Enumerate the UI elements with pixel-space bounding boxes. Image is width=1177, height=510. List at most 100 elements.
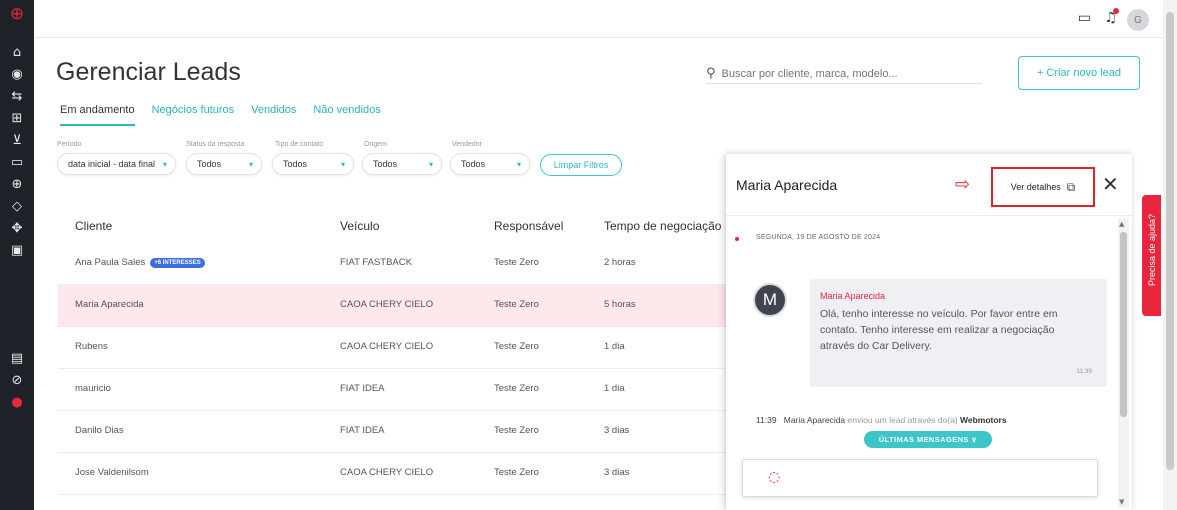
user-avatar[interactable]: G (1127, 9, 1149, 31)
chevron-down-icon: ▾ (162, 159, 167, 169)
filter-tipo-label: Tipo de contato (275, 141, 323, 148)
cell-responsavel: Teste Zero (494, 425, 539, 436)
chevron-down-icon: ▾ (516, 159, 521, 169)
filter-periodo-value: data inicial - data final (68, 159, 156, 169)
cell-responsavel: Teste Zero (494, 299, 539, 310)
filter-origem-label: Origem (364, 141, 387, 148)
close-icon[interactable]: ✕ (1102, 172, 1119, 196)
cell-veiculo: FIAT IDEA (340, 425, 385, 436)
activity-text: enviou um lead através do(a) (847, 415, 958, 425)
filter-periodo-label: Período (57, 141, 82, 148)
cell-responsavel: Teste Zero (494, 257, 539, 268)
filter-tipo[interactable]: Todos ▾ (272, 153, 354, 175)
filter-tipo-value: Todos (283, 159, 308, 169)
cell-tempo: 1 dia (604, 383, 625, 394)
logo-icon[interactable]: ⊕ (4, 3, 30, 25)
page-scroll-thumb[interactable] (1166, 12, 1174, 470)
table-row[interactable]: mauricio FIAT IDEA Teste Zero 1 dia (58, 369, 730, 411)
ultimas-mensagens-button[interactable]: ÚLTIMAS MENSAGENS ∨ (864, 431, 992, 448)
filter-origem[interactable]: Todos ▾ (362, 153, 442, 175)
divider (726, 215, 1132, 216)
message-time: 11:39 (1076, 368, 1092, 375)
filter-vendedor[interactable]: Todos ▾ (450, 153, 530, 175)
calculator-icon[interactable]: ▣ (4, 239, 30, 261)
chat-icon[interactable]: ▭ (1078, 10, 1091, 26)
table-row[interactable]: Danilo Dias FIAT IDEA Teste Zero 3 dias (58, 411, 730, 453)
exchange-icon[interactable]: ⇆ (4, 85, 30, 107)
wallet-icon[interactable]: ▭ (4, 151, 30, 173)
avatar-icon[interactable]: ● (4, 391, 30, 413)
cell-cliente: mauricio (75, 383, 111, 394)
column-header-responsavel[interactable]: Responsável (494, 219, 563, 233)
message-text: Olá, tenho interesse no veículo. Por fav… (820, 308, 1058, 352)
table-row-selected[interactable]: Maria Aparecida CAOA CHERY CIELO Teste Z… (58, 285, 730, 327)
ver-detalhes-button[interactable]: Ver detalhes ⧉ (991, 167, 1095, 207)
cell-veiculo: FIAT FASTBACK (340, 257, 412, 268)
column-header-tempo[interactable]: Tempo de negociação (604, 219, 721, 233)
dashboard-icon[interactable]: ◉ (4, 63, 30, 85)
settings-icon[interactable]: ✥ (4, 217, 30, 239)
search-icon: ⚲ (706, 66, 716, 81)
add-circle-icon[interactable]: ⊕ (4, 173, 30, 195)
search-bar[interactable]: ⚲ (706, 64, 982, 84)
date-dot (735, 237, 739, 241)
activity-log: 11:39 Maria Aparecida enviou um lead atr… (756, 415, 1007, 425)
cell-responsavel: Teste Zero (494, 383, 539, 394)
search-input[interactable] (721, 67, 962, 80)
topbar: ▭ ♫ G (34, 0, 1167, 38)
interests-badge[interactable]: +6 INTERESSES (150, 258, 205, 268)
cell-tempo: 3 dias (604, 467, 630, 478)
table-row[interactable]: Ana Paula Sales +6 INTERESSES FIAT FASTBA… (58, 243, 730, 285)
cart-icon[interactable]: ⊻ (4, 129, 30, 151)
create-lead-button[interactable]: + Criar novo lead (1018, 56, 1140, 90)
scroll-down-icon[interactable]: ▼ (1119, 498, 1124, 506)
ver-detalhes-label: Ver detalhes (1010, 182, 1061, 192)
tab-em-andamento[interactable]: Em andamento (60, 104, 135, 126)
activity-source: Webmotors (960, 415, 1007, 425)
chevron-down-icon: ▾ (248, 159, 253, 169)
panel-scroll-thumb[interactable] (1120, 232, 1127, 417)
filter-vendedor-value: Todos (461, 159, 486, 169)
tag-icon[interactable]: ◇ (4, 195, 30, 217)
tab-negocios-futuros[interactable]: Negócios futuros (152, 104, 235, 126)
help-icon[interactable]: ⊘ (4, 369, 30, 391)
cell-cliente: Ana Paula Sales +6 INTERESSES (75, 257, 205, 268)
lead-chat-panel: Maria Aparecida ⇨ Ver detalhes ⧉ ✕ SEGUN… (726, 154, 1132, 510)
cell-tempo: 5 horas (604, 299, 636, 310)
message-author: Maria Aparecida (820, 291, 886, 301)
cell-responsavel: Teste Zero (494, 341, 539, 352)
chevron-down-icon: ▾ (340, 159, 345, 169)
page-scrollbar[interactable] (1163, 0, 1177, 510)
help-label: Precisa de ajuda? (1147, 213, 1157, 287)
column-header-veiculo[interactable]: Veículo (340, 219, 379, 233)
cell-tempo: 3 dias (604, 425, 630, 436)
column-header-cliente[interactable]: Cliente (75, 219, 112, 233)
table-row[interactable]: Jose Valdenilsom CAOA CHERY CIELO Teste … (58, 453, 730, 495)
home-icon[interactable]: ⌂ (4, 41, 30, 63)
scroll-up-icon[interactable]: ▲ (1119, 220, 1124, 228)
car-add-icon[interactable]: ⊞ (4, 107, 30, 129)
help-tab[interactable]: Precisa de ajuda? (1142, 195, 1161, 316)
cell-tempo: 2 horas (604, 257, 636, 268)
cell-cliente: Jose Valdenilsom (75, 467, 149, 478)
cell-veiculo: FIAT IDEA (340, 383, 385, 394)
panel-scrollbar[interactable]: ▲ ▼ (1118, 218, 1129, 508)
filter-periodo[interactable]: data inicial - data final ▾ (57, 153, 176, 175)
clear-filters-button[interactable]: Limpar Filtros (540, 154, 622, 176)
chat-bubble-icon: ◌ (768, 469, 781, 485)
activity-name: Maria Aparecida (783, 415, 846, 425)
id-card-icon[interactable]: ▤ (4, 347, 30, 369)
cell-cliente: Rubens (75, 341, 108, 352)
tab-vendidos[interactable]: Vendidos (251, 104, 296, 126)
arrow-right-icon: ⇨ (955, 174, 971, 195)
external-link-icon: ⧉ (1066, 179, 1076, 194)
tab-nao-vendidos[interactable]: Não vendidos (313, 104, 380, 126)
cell-veiculo: CAOA CHERY CIELO (340, 299, 434, 310)
date-separator: SEGUNDA, 19 DE AGOSTO DE 2024 (756, 234, 881, 241)
cell-cliente: Danilo Dias (75, 425, 124, 436)
filter-status[interactable]: Todos ▾ (186, 153, 262, 175)
cliente-name: Ana Paula Sales (75, 257, 146, 268)
table-row[interactable]: Rubens CAOA CHERY CIELO Teste Zero 1 dia (58, 327, 730, 369)
message-compose[interactable]: ◌ (742, 459, 1098, 497)
page-title: Gerenciar Leads (56, 58, 241, 86)
